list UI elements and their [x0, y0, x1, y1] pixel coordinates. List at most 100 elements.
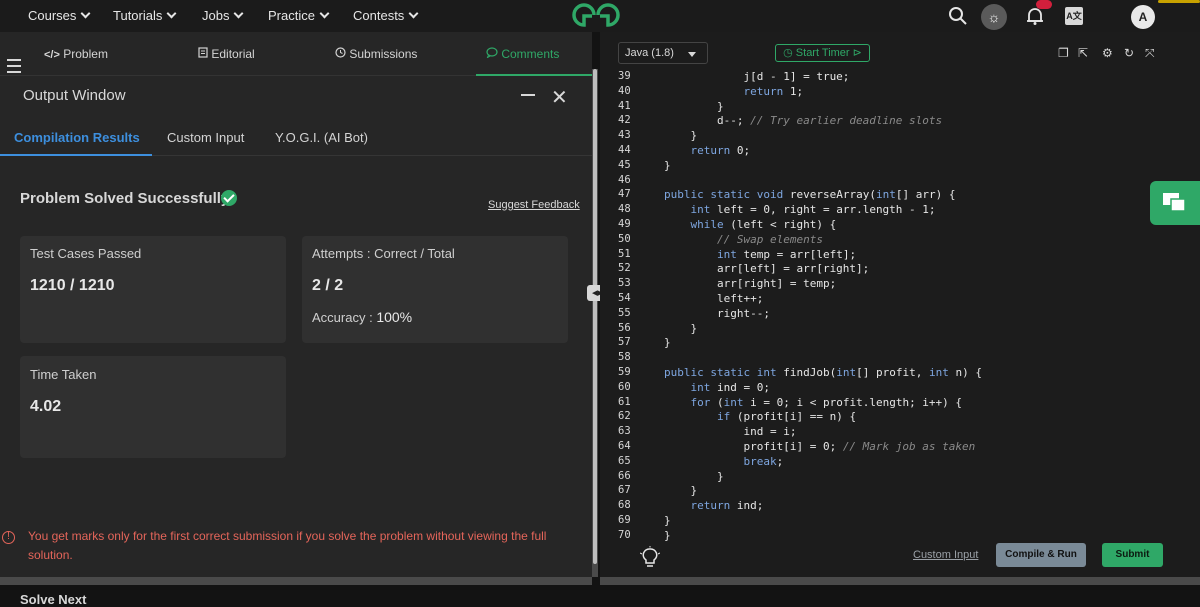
minimize-icon[interactable] — [521, 94, 535, 96]
line-number: 47 — [618, 188, 631, 201]
line-number: 45 — [618, 158, 631, 171]
line-number: 41 — [618, 99, 631, 112]
line-number: 46 — [618, 173, 631, 186]
line-number: 56 — [618, 321, 631, 334]
suggest-feedback-link[interactable]: Suggest Feedback — [488, 199, 580, 211]
search-icon[interactable] — [948, 6, 968, 26]
code-line: if (profit[i] == n) { — [716, 410, 857, 424]
avatar[interactable]: A — [1131, 5, 1155, 29]
code-line: } — [664, 514, 671, 527]
code-line: } — [664, 321, 698, 335]
nav-jobs[interactable]: Jobs — [202, 8, 244, 23]
code-line: arr[left] = arr[right]; — [664, 262, 870, 276]
line-number: 54 — [618, 292, 631, 304]
solve-next-button[interactable]: Solve Next — [20, 592, 86, 607]
theme-toggle-icon[interactable]: ☼ — [981, 4, 1007, 30]
code-line: } — [664, 129, 698, 143]
reset-icon[interactable]: ↻ — [1124, 46, 1134, 60]
code-line: j[d - 1] = true; — [664, 70, 850, 83]
share-icon[interactable]: ⇱ — [1078, 46, 1088, 60]
code-area[interactable]: j[d - 1] = true; return 1; } d--; // Try… — [664, 70, 1194, 542]
tab-editorial[interactable]: Editorial — [198, 47, 255, 61]
code-line: } — [664, 484, 698, 498]
code-line: d--; // Try earlier deadline slots — [664, 114, 943, 128]
problem-panel: </> Problem Editorial Submissions Commen… — [0, 32, 592, 607]
attempts-card: Attempts : Correct / Total 2 / 2 Accurac… — [302, 236, 568, 343]
nav-tutorials[interactable]: Tutorials — [113, 8, 177, 23]
subtab-compilation-results[interactable]: Compilation Results — [14, 130, 140, 145]
start-timer-button[interactable]: ◷ Start Timer ⊳ — [775, 44, 870, 62]
right-bottom-strip — [600, 577, 1200, 585]
close-icon[interactable]: ✕ — [551, 85, 568, 110]
line-number: 49 — [618, 218, 631, 230]
line-number: 51 — [618, 247, 631, 260]
chat-float-button[interactable] — [1150, 181, 1200, 225]
chevron-down-icon — [319, 8, 330, 19]
line-number: 50 — [618, 232, 631, 245]
accuracy-label: Accuracy : — [312, 310, 373, 325]
code-line: for (int i = 0; i < profit.length; i++) … — [690, 395, 963, 409]
nav-courses[interactable]: Courses — [28, 8, 91, 23]
code-line: arr[right] = temp; — [664, 277, 837, 291]
line-number: 70 — [618, 528, 631, 541]
line-number: 61 — [618, 395, 631, 408]
bell-icon[interactable] — [1025, 6, 1045, 26]
line-number: 59 — [618, 366, 631, 378]
editor-toolbar: Java (1.8) ◷ Start Timer ⊳ ❐ ⇱ ⚙ ↻ ⤧ — [600, 32, 1200, 70]
notification-badge — [1036, 0, 1052, 9]
line-number: 69 — [618, 514, 631, 526]
line-number: 68 — [618, 499, 631, 512]
code-line: // Swap elements — [716, 232, 823, 246]
active-subtab-indicator — [0, 154, 152, 156]
code-line: int temp = arr[left]; — [716, 247, 857, 261]
settings-icon[interactable]: ⚙ — [1102, 46, 1113, 60]
line-number: 66 — [618, 469, 631, 482]
line-number: 58 — [618, 351, 631, 364]
output-scroll-thumb[interactable] — [593, 69, 597, 564]
code-line: } — [664, 336, 671, 350]
status-message: Problem Solved Successfully — [20, 190, 230, 207]
accuracy-value: 100% — [376, 309, 413, 325]
code-line: return 0; — [690, 144, 751, 157]
line-number: 42 — [618, 114, 631, 127]
attempts-label: Attempts : Correct / Total — [312, 246, 455, 261]
submit-button[interactable]: Submit — [1102, 543, 1163, 567]
line-number-gutter: 39 40 41 42 43 44 45 46 47 48 49 50 51 52 53 54 55 56 57 58… — [600, 70, 660, 541]
subtab-yogi-bot[interactable]: Y.O.G.I. (AI Bot) — [275, 130, 368, 145]
code-line: public static void reverseArray(int[] ar… — [664, 188, 956, 202]
play-icon: ⊳ — [852, 47, 862, 59]
menu-icon[interactable] — [7, 59, 21, 77]
code-icon: </> — [44, 49, 60, 61]
translate-icon[interactable]: A文 — [1065, 7, 1083, 25]
custom-input-link[interactable]: Custom Input — [913, 549, 978, 561]
code-line: left++; — [664, 292, 764, 305]
code-line: profit[i] = 0; // Mark job as taken — [664, 440, 976, 453]
gfg-logo-icon[interactable] — [568, 2, 624, 28]
nav-practice[interactable]: Practice — [268, 8, 330, 23]
fullscreen-icon[interactable]: ⤧ — [1145, 46, 1155, 61]
code-line: } — [664, 158, 671, 172]
chevron-down-icon — [234, 8, 244, 19]
timer-icon: ◷ — [783, 47, 793, 59]
code-line: public static int findJob(int[] profit, … — [664, 366, 982, 379]
code-line: right--; — [664, 306, 770, 320]
tab-comments[interactable]: Comments — [486, 47, 559, 61]
chevron-down-icon — [80, 8, 91, 19]
copy-icon[interactable]: ❐ — [1058, 46, 1069, 60]
line-number: 48 — [618, 203, 631, 216]
code-line: int ind = 0; — [690, 380, 770, 394]
compile-run-button[interactable]: Compile & Run — [996, 543, 1086, 567]
subtab-custom-input[interactable]: Custom Input — [167, 130, 244, 145]
warning-icon: ! — [2, 531, 15, 544]
top-navbar: Courses Tutorials Jobs Practice Contests… — [0, 0, 1200, 32]
problem-tabs: </> Problem Editorial Submissions Commen… — [0, 32, 592, 76]
code-line: break; — [743, 454, 784, 468]
code-line: } — [664, 99, 724, 113]
tab-submissions[interactable]: Submissions — [335, 47, 417, 61]
lightbulb-icon[interactable] — [640, 546, 660, 570]
tab-problem[interactable]: </> Problem — [44, 47, 108, 61]
nav-contests[interactable]: Contests — [353, 8, 419, 23]
left-bottom-strip — [0, 577, 592, 585]
line-number: 67 — [618, 484, 631, 497]
time-taken-value: 4.02 — [30, 398, 62, 415]
